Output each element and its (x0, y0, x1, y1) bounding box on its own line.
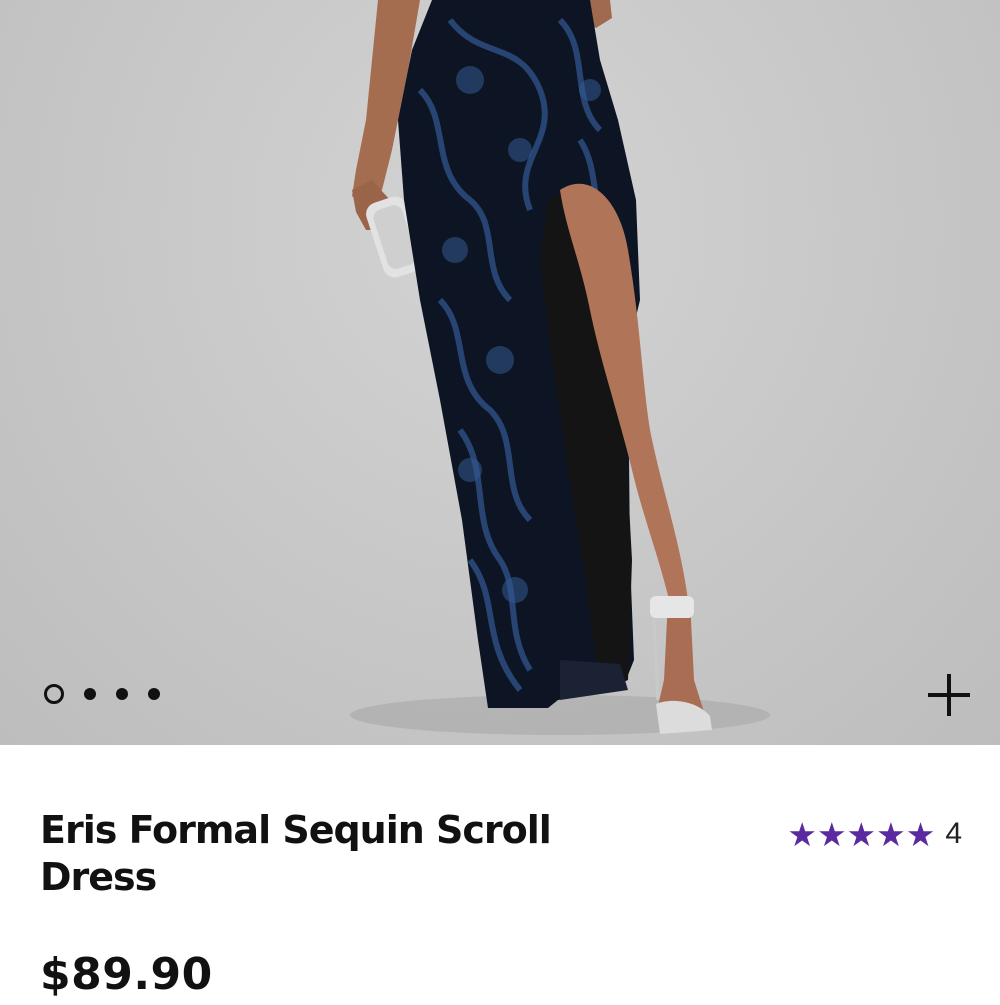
product-rating[interactable]: ★ ★ ★ ★ ★ 4 (787, 817, 962, 851)
carousel-dot[interactable] (116, 688, 128, 700)
carousel-dot[interactable] (148, 688, 160, 700)
zoom-button[interactable] (922, 668, 976, 722)
carousel-dot[interactable] (84, 688, 96, 700)
product-price: $89.90 (40, 949, 213, 1000)
product-details: Eris Formal Sequin Scroll Dress ★ ★ ★ ★ … (0, 745, 1000, 1000)
star-rating: ★ ★ ★ ★ ★ (787, 818, 935, 851)
product-photo (350, 0, 770, 735)
star-icon: ★ (905, 814, 936, 854)
review-count[interactable]: 4 (945, 817, 962, 851)
carousel-dot-active[interactable] (44, 684, 64, 704)
star-icon: ★ (816, 814, 847, 854)
product-image-gallery[interactable] (0, 0, 1000, 745)
star-icon: ★ (846, 814, 877, 854)
star-icon: ★ (787, 814, 817, 854)
plus-icon (928, 674, 970, 716)
image-carousel-indicator (44, 683, 160, 705)
star-icon: ★ (876, 814, 906, 854)
product-title: Eris Formal Sequin Scroll Dress (40, 808, 552, 899)
